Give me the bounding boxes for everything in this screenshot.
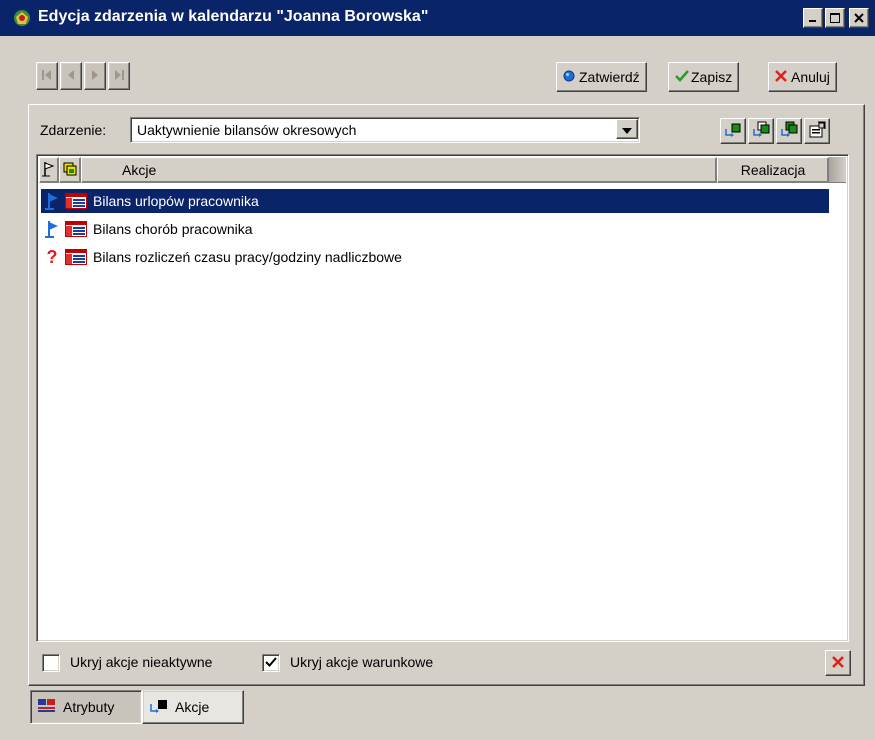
flag-icon (41, 190, 63, 212)
cancel-label: Anuluj (791, 69, 830, 85)
next-icon (89, 69, 101, 84)
minimize-button[interactable] (803, 8, 823, 28)
properties-icon (808, 121, 826, 142)
move-action-button[interactable] (776, 118, 802, 144)
type-column-header[interactable] (59, 157, 81, 183)
flag-icon (41, 218, 63, 240)
actions-column-header[interactable]: Akcje (81, 157, 717, 183)
cancel-button[interactable]: Anuluj (768, 62, 837, 92)
table-row[interactable]: ? Bilans rozliczeń czasu pracy/godziny n… (41, 245, 829, 269)
actions-column-label: Akcje (122, 162, 157, 178)
move-action-icon (780, 121, 798, 142)
cancel-icon (775, 69, 787, 85)
hide-inactive-checkbox[interactable] (42, 654, 60, 672)
row-label: Bilans rozliczeń czasu pracy/godziny nad… (93, 249, 402, 265)
question-icon: ? (46, 246, 58, 267)
prev-icon (65, 69, 77, 84)
actions-grid: Akcje Realizacja Bilans urlopów pracowni… (36, 154, 849, 642)
hide-inactive-label: Ukryj akcje nieaktywne (70, 654, 213, 670)
realization-column-label: Realizacja (740, 162, 806, 178)
hide-conditional-label: Ukryj akcje warunkowe (290, 654, 434, 670)
title-bar: Edycja zdarzenia w kalendarzu "Joanna Bo… (0, 0, 875, 36)
checkmark-icon (265, 656, 277, 671)
last-record-button[interactable] (108, 62, 130, 90)
delete-action-button[interactable] (825, 650, 851, 676)
minimize-icon (808, 11, 818, 26)
confirm-label: Zatwierdź (579, 69, 640, 85)
table-icon (63, 246, 89, 268)
save-label: Zapisz (691, 69, 733, 85)
tab-actions[interactable]: Akcje (142, 690, 244, 724)
app-icon (12, 8, 32, 28)
status-column-header[interactable] (39, 157, 59, 183)
prev-record-button[interactable] (60, 62, 82, 90)
table-icon (63, 190, 89, 212)
close-button[interactable] (849, 8, 869, 28)
confirm-icon (563, 69, 575, 85)
add-action-icon (724, 121, 742, 142)
save-button[interactable]: Zapisz (668, 62, 740, 92)
dropdown-arrow-button[interactable] (616, 119, 638, 139)
tab-actions-label: Akcje (175, 699, 210, 715)
row-label: Bilans chorób pracownika (93, 221, 253, 237)
maximize-icon (830, 11, 840, 26)
tab-attributes[interactable]: Atrybuty (30, 690, 142, 724)
realization-column-header[interactable]: Realizacja (717, 157, 829, 183)
event-select[interactable]: Uaktywnienie bilansów okresowych (130, 117, 640, 143)
header-filler (829, 157, 846, 183)
toolbar: Zatwierdź Zapisz Anuluj (0, 36, 875, 104)
tab-attributes-label: Atrybuty (63, 699, 115, 715)
delete-icon (832, 655, 844, 671)
hide-conditional-checkbox[interactable] (262, 654, 280, 672)
grid-header: Akcje Realizacja (39, 157, 846, 183)
chevron-down-icon (622, 122, 632, 137)
first-record-button[interactable] (36, 62, 58, 90)
next-record-button[interactable] (84, 62, 106, 90)
properties-button[interactable] (804, 118, 830, 144)
table-row[interactable]: Bilans urlopów pracownika (41, 189, 829, 213)
event-label: Zdarzenie: (40, 122, 107, 138)
row-label: Bilans urlopów pracownika (93, 193, 259, 209)
attributes-icon (37, 698, 57, 717)
copy-action-button[interactable] (748, 118, 774, 144)
copy-action-icon (752, 121, 770, 142)
table-row[interactable]: Bilans chorób pracownika (41, 217, 829, 241)
checkmark-icon (675, 69, 689, 85)
pages-icon (63, 162, 77, 179)
confirm-button[interactable]: Zatwierdź (556, 62, 647, 92)
maximize-button[interactable] (825, 8, 845, 28)
close-icon (854, 11, 864, 26)
window-title: Edycja zdarzenia w kalendarzu "Joanna Bo… (38, 8, 429, 25)
add-action-button[interactable] (720, 118, 746, 144)
table-icon (63, 218, 89, 240)
first-icon (41, 69, 53, 84)
event-select-value: Uaktywnienie bilansów okresowych (137, 122, 357, 138)
actions-icon (149, 698, 169, 717)
last-icon (113, 69, 125, 84)
flag-icon (42, 161, 56, 180)
